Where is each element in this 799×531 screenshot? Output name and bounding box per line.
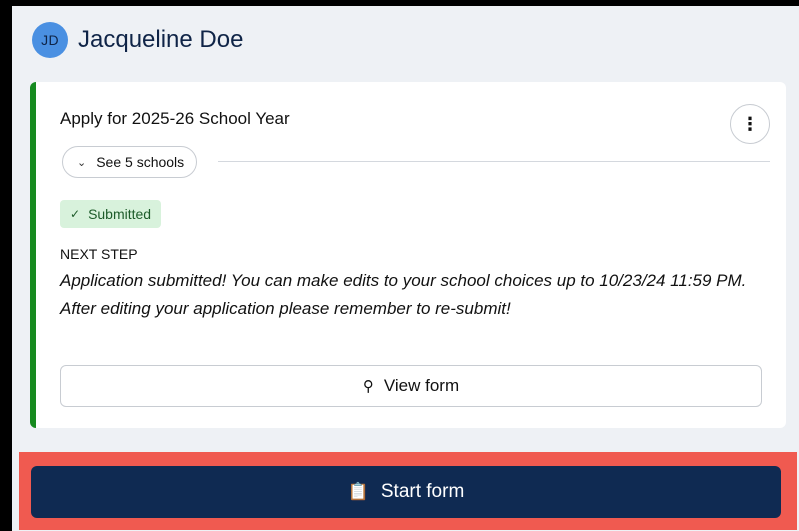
view-form-button[interactable]: ⚲ View form	[60, 365, 762, 407]
status-label: Submitted	[88, 206, 152, 222]
view-form-label: View form	[383, 376, 460, 395]
start-form-button[interactable]: 📋 Start form	[31, 466, 781, 518]
next-step-heading: NEXT STEP	[60, 246, 138, 262]
student-header: JD Jacqueline Doe	[32, 22, 243, 58]
kebab-menu-icon: ⋮	[741, 114, 759, 134]
check-icon: ✓	[70, 207, 81, 221]
magnify-icon: ⚲	[362, 378, 374, 395]
divider	[218, 161, 770, 162]
next-step-message: Application submitted! You can make edit…	[60, 271, 747, 318]
status-badge: ✓ Submitted	[60, 200, 162, 228]
chevron-down-icon: ⌄	[77, 156, 87, 169]
student-name: Jacqueline Doe	[78, 26, 244, 53]
more-options-button[interactable]: ⋮	[730, 104, 770, 144]
start-form-label: Start form	[380, 481, 465, 502]
application-title: Apply for 2025-26 School Year	[60, 109, 290, 128]
application-card: Apply for 2025-26 School Year ⋮ ⌄ See 5 …	[30, 82, 786, 428]
see-schools-label: See 5 schools	[96, 154, 185, 170]
avatar: JD	[32, 22, 68, 58]
see-schools-button[interactable]: ⌄ See 5 schools	[62, 146, 198, 178]
clipboard-icon: 📋	[347, 482, 369, 501]
